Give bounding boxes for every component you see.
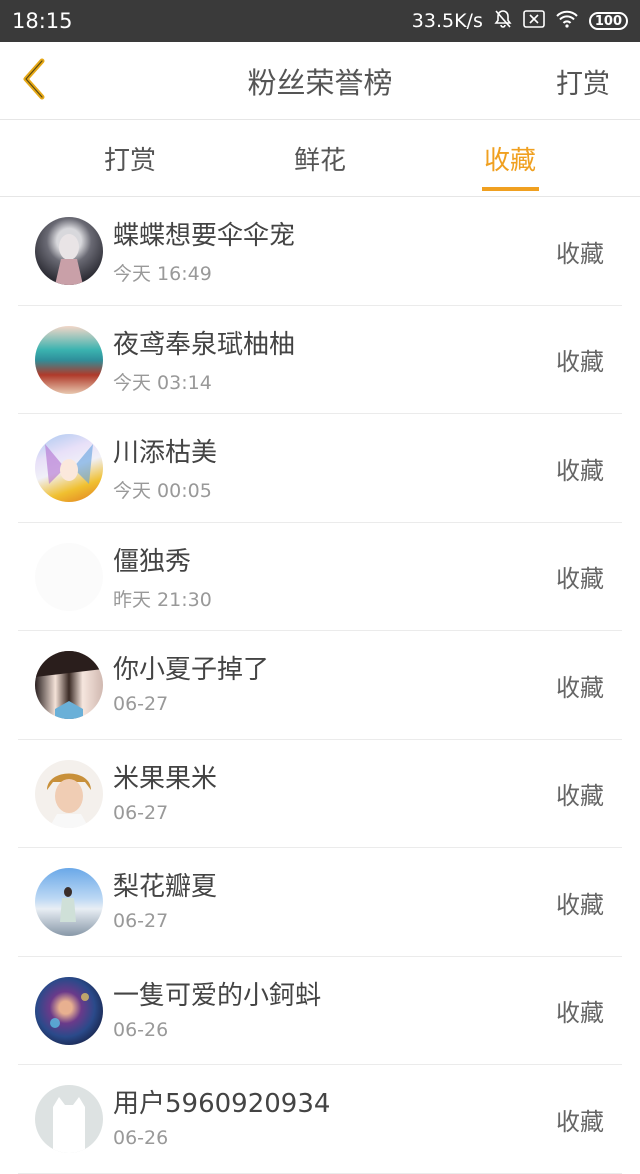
favorite-action: 收藏 xyxy=(556,456,604,485)
tab-reward[interactable]: 打赏 xyxy=(70,120,190,197)
favorite-action: 收藏 xyxy=(556,239,604,268)
list-item[interactable]: 蝶蝶想要伞伞宠 今天 16:49 收藏 xyxy=(18,197,622,306)
favorite-action: 收藏 xyxy=(556,348,604,376)
list-item[interactable]: 你小夏子掉了 06-27 收藏 xyxy=(18,631,622,740)
list-item[interactable]: 用户5960920934 06-26 收藏 xyxy=(18,1065,622,1174)
fan-name: 夜鸢奉泉珷柚柚 xyxy=(113,329,296,360)
list-item[interactable]: 梨花瓣夏 06-27 收藏 xyxy=(18,848,622,957)
avatar xyxy=(35,868,103,936)
tab-favorites[interactable]: 收藏 xyxy=(450,120,570,197)
chevron-left-icon xyxy=(20,57,48,105)
status-icons: 33.5K/s 100 xyxy=(412,9,628,34)
sim-off-icon xyxy=(523,9,545,33)
fan-name: 川添枯美 xyxy=(113,438,218,468)
fan-name: 一隻可爱的小鈳蚪 xyxy=(113,980,322,1011)
back-button[interactable] xyxy=(14,56,54,106)
favorite-action: 收藏 xyxy=(556,673,604,702)
page-title: 粉丝荣誉榜 xyxy=(247,66,393,100)
active-tab-indicator xyxy=(482,187,539,191)
status-bar: 18:15 33.5K/s 100 xyxy=(0,0,640,42)
tab-favorites-label: 收藏 xyxy=(483,146,536,176)
list-item[interactable]: 僵独秀 昨天 21:30 收藏 xyxy=(18,523,622,631)
fan-time: 06-27 xyxy=(113,801,169,824)
battery-icon: 100 xyxy=(588,12,628,30)
avatar xyxy=(35,1085,103,1153)
fan-name: 米果果米 xyxy=(113,763,218,794)
fan-name: 蝶蝶想要伞伞宠 xyxy=(113,221,296,251)
favorite-action: 收藏 xyxy=(556,999,604,1027)
network-speed: 33.5K/s xyxy=(411,10,483,32)
fan-time: 今天 00:05 xyxy=(113,480,212,502)
avatar xyxy=(35,217,103,285)
bell-off-icon xyxy=(493,9,513,34)
fan-name: 用户5960920934 xyxy=(113,1089,331,1119)
avatar xyxy=(35,976,103,1045)
avatar xyxy=(35,434,103,502)
status-time: 18:15 xyxy=(12,9,73,33)
tab-flowers[interactable]: 鲜花 xyxy=(260,120,380,197)
fan-name: 你小夏子掉了 xyxy=(113,655,270,685)
list-item[interactable]: 一隻可爱的小鈳蚪 06-26 收藏 xyxy=(18,957,622,1065)
list-item[interactable]: 川添枯美 今天 00:05 收藏 xyxy=(18,414,622,523)
reward-button[interactable]: 打赏 xyxy=(556,42,610,120)
favorite-action: 收藏 xyxy=(556,890,604,919)
avatar xyxy=(35,759,103,828)
fan-time: 06-27 xyxy=(113,910,169,932)
fan-time: 昨天 21:30 xyxy=(113,588,212,611)
list-item[interactable]: 夜鸢奉泉珷柚柚 今天 03:14 收藏 xyxy=(18,306,622,414)
wifi-icon xyxy=(555,10,579,33)
fan-name: 僵独秀 xyxy=(113,546,192,577)
avatar xyxy=(35,651,103,719)
tab-bar: 打赏 鲜花 收藏 xyxy=(0,120,640,197)
fan-name: 梨花瓣夏 xyxy=(113,872,218,902)
fan-time: 06-27 xyxy=(113,693,169,715)
app-header: 粉丝荣誉榜 打赏 xyxy=(0,42,640,120)
fan-time: 06-26 xyxy=(113,1127,169,1149)
fan-time: 今天 03:14 xyxy=(113,371,212,394)
fan-time: 06-26 xyxy=(113,1018,169,1041)
avatar xyxy=(35,325,103,394)
fan-list: 蝶蝶想要伞伞宠 今天 16:49 收藏 夜鸢奉泉珷柚柚 今天 03:14 收藏 … xyxy=(0,197,640,1174)
fan-time: 今天 16:49 xyxy=(113,263,212,285)
favorite-action: 收藏 xyxy=(556,782,604,810)
list-item[interactable]: 米果果米 06-27 收藏 xyxy=(18,740,622,848)
avatar xyxy=(35,542,103,611)
favorite-action: 收藏 xyxy=(556,565,604,593)
favorite-action: 收藏 xyxy=(556,1107,604,1136)
